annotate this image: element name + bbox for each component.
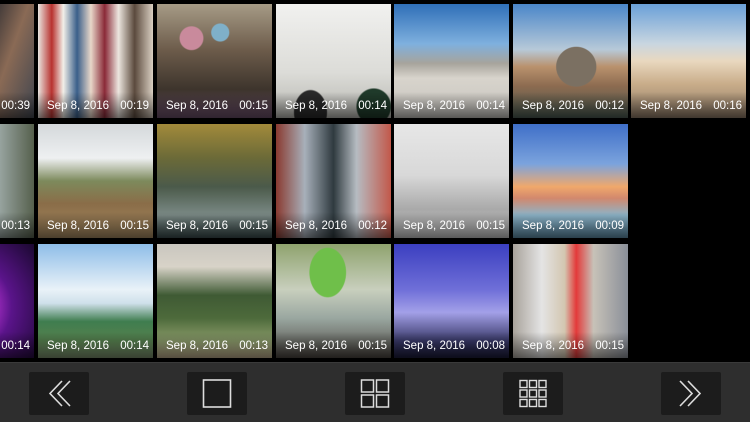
video-date: Sep 8, 2016 [522,340,585,352]
video-date: Sep 8, 2016 [522,100,585,112]
video-duration: 00:12 [358,220,387,232]
video-thumbnail[interactable]: Sep 8, 2016 00:14 [38,244,153,358]
video-thumbnail[interactable]: Sep 8, 2016 00:12 [513,4,628,118]
video-date: Sep 8, 2016 [285,340,348,352]
video-duration: 00:14 [476,100,505,112]
thumbnail-caption: Sep 8, 2016 00:09 [513,212,628,238]
thumbnail-caption: Sep 8, 2016 00:19 [38,92,153,118]
video-date: Sep 8, 2016 [285,220,348,232]
square-icon [202,379,232,408]
thumbnail-caption: Sep 8, 2016 00:15 [157,212,272,238]
thumbnail-caption: Sep 8, 2016 00:12 [513,92,628,118]
video-date: Sep 8, 2016 [522,220,585,232]
thumbnail-caption: Sep 8, 2016 00:15 [38,212,153,238]
thumbnail-caption: 00:13 [0,212,34,238]
video-thumbnail[interactable]: Sep 8, 2016 00:15 [157,4,272,118]
video-date: Sep 8, 2016 [47,340,110,352]
video-thumbnail[interactable]: Sep 8, 2016 00:16 [631,4,746,118]
video-thumbnail[interactable]: Sep 8, 2016 00:09 [513,124,628,238]
video-date: Sep 8, 2016 [47,220,110,232]
grid-2x2-icon [360,379,390,408]
video-date: Sep 8, 2016 [166,340,229,352]
video-duration: 00:09 [595,220,624,232]
video-thumbnail[interactable]: Sep 8, 2016 00:15 [276,244,391,358]
grid-3x3-icon [519,379,547,408]
thumbnail-caption: Sep 8, 2016 00:15 [394,212,509,238]
video-thumbnail[interactable]: Sep 8, 2016 00:14 [276,4,391,118]
thumbnail-caption: Sep 8, 2016 00:14 [38,332,153,358]
video-date: Sep 8, 2016 [285,100,348,112]
thumbnail-caption: 00:14 [0,332,34,358]
video-duration: 00:15 [358,340,387,352]
video-duration: 00:15 [239,220,268,232]
video-date: Sep 8, 2016 [47,100,110,112]
video-duration: 00:14 [358,100,387,112]
video-duration: 00:13 [239,340,268,352]
video-grid: 00:39 Sep 8, 2016 00:19 Sep 8, 2016 00:15 Sep… [0,0,750,362]
video-thumbnail[interactable]: Sep 8, 2016 00:15 [513,244,628,358]
next-button[interactable] [661,372,721,415]
video-date: Sep 8, 2016 [403,340,466,352]
video-thumbnail[interactable]: Sep 8, 2016 00:15 [38,124,153,238]
thumbnail-caption: Sep 8, 2016 00:13 [157,332,272,358]
thumbnail-caption: Sep 8, 2016 00:15 [513,332,628,358]
video-thumbnail[interactable]: Sep 8, 2016 00:14 [394,4,509,118]
video-thumbnail[interactable]: Sep 8, 2016 00:19 [38,4,153,118]
video-date: Sep 8, 2016 [166,100,229,112]
thumbnail-caption: 00:39 [0,92,34,118]
video-duration: 00:15 [239,100,268,112]
video-duration: 00:15 [476,220,505,232]
video-duration: 00:12 [595,100,624,112]
single-view-button[interactable] [187,372,247,415]
video-duration: 00:15 [595,340,624,352]
video-duration: 00:19 [120,100,149,112]
double-chevron-right-icon [679,380,702,407]
video-duration: 00:16 [713,100,742,112]
video-date: Sep 8, 2016 [166,220,229,232]
video-thumbnail[interactable]: Sep 8, 2016 00:15 [157,124,272,238]
video-duration: 00:08 [476,340,505,352]
video-thumbnail[interactable]: 00:14 [0,244,34,358]
video-duration: 00:14 [1,340,30,352]
double-chevron-left-icon [48,380,71,407]
grid-2x2-button[interactable] [345,372,405,415]
video-thumbnail[interactable]: Sep 8, 2016 00:15 [394,124,509,238]
thumbnail-caption: Sep 8, 2016 00:15 [157,92,272,118]
video-date: Sep 8, 2016 [403,100,466,112]
video-thumbnail[interactable]: Sep 8, 2016 00:13 [157,244,272,358]
grid-3x3-button[interactable] [503,372,563,415]
video-thumbnail[interactable]: 00:13 [0,124,34,238]
video-thumbnail[interactable]: Sep 8, 2016 00:12 [276,124,391,238]
video-date: Sep 8, 2016 [640,100,703,112]
thumbnail-caption: Sep 8, 2016 00:12 [276,212,391,238]
video-thumbnail[interactable]: 00:39 [0,4,34,118]
thumbnail-caption: Sep 8, 2016 00:14 [394,92,509,118]
thumbnail-caption: Sep 8, 2016 00:08 [394,332,509,358]
video-date: Sep 8, 2016 [403,220,466,232]
thumbnail-caption: Sep 8, 2016 00:14 [276,92,391,118]
video-duration: 00:13 [1,220,30,232]
previous-button[interactable] [29,372,89,415]
video-duration: 00:15 [120,220,149,232]
video-thumbnail[interactable]: Sep 8, 2016 00:08 [394,244,509,358]
bottom-toolbar [0,362,750,422]
thumbnail-caption: Sep 8, 2016 00:15 [276,332,391,358]
video-duration: 00:14 [120,340,149,352]
video-duration: 00:39 [1,100,30,112]
thumbnail-caption: Sep 8, 2016 00:16 [631,92,746,118]
